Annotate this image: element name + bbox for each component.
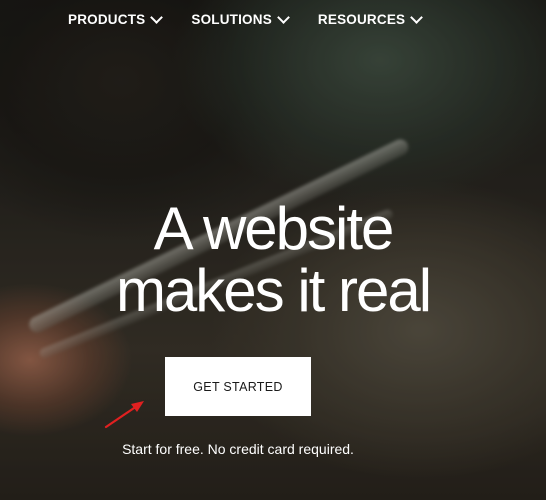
headline-line-1: A website bbox=[153, 195, 395, 262]
nav-item-label: SOLUTIONS bbox=[191, 12, 272, 27]
top-navigation: PRODUCTS SOLUTIONS RESOURCES bbox=[68, 11, 424, 27]
headline-line-2: makes it real bbox=[115, 257, 432, 324]
nav-solutions-dropdown[interactable]: SOLUTIONS bbox=[191, 11, 290, 27]
red-arrow-icon bbox=[104, 401, 144, 429]
chevron-down-icon bbox=[150, 11, 164, 24]
hero-subtext: Start for free. No credit card required. bbox=[122, 441, 354, 457]
get-started-button[interactable]: GET STARTED bbox=[165, 357, 311, 416]
nav-resources-dropdown[interactable]: RESOURCES bbox=[317, 11, 424, 27]
chevron-down-icon bbox=[410, 11, 424, 24]
chevron-down-icon bbox=[277, 11, 290, 24]
nav-item-label: RESOURCES bbox=[317, 12, 406, 27]
nav-item-label: PRODUCTS bbox=[68, 12, 146, 27]
hero-headline: A website makes it real bbox=[0, 198, 546, 322]
nav-products-dropdown[interactable]: PRODUCTS bbox=[68, 11, 164, 27]
